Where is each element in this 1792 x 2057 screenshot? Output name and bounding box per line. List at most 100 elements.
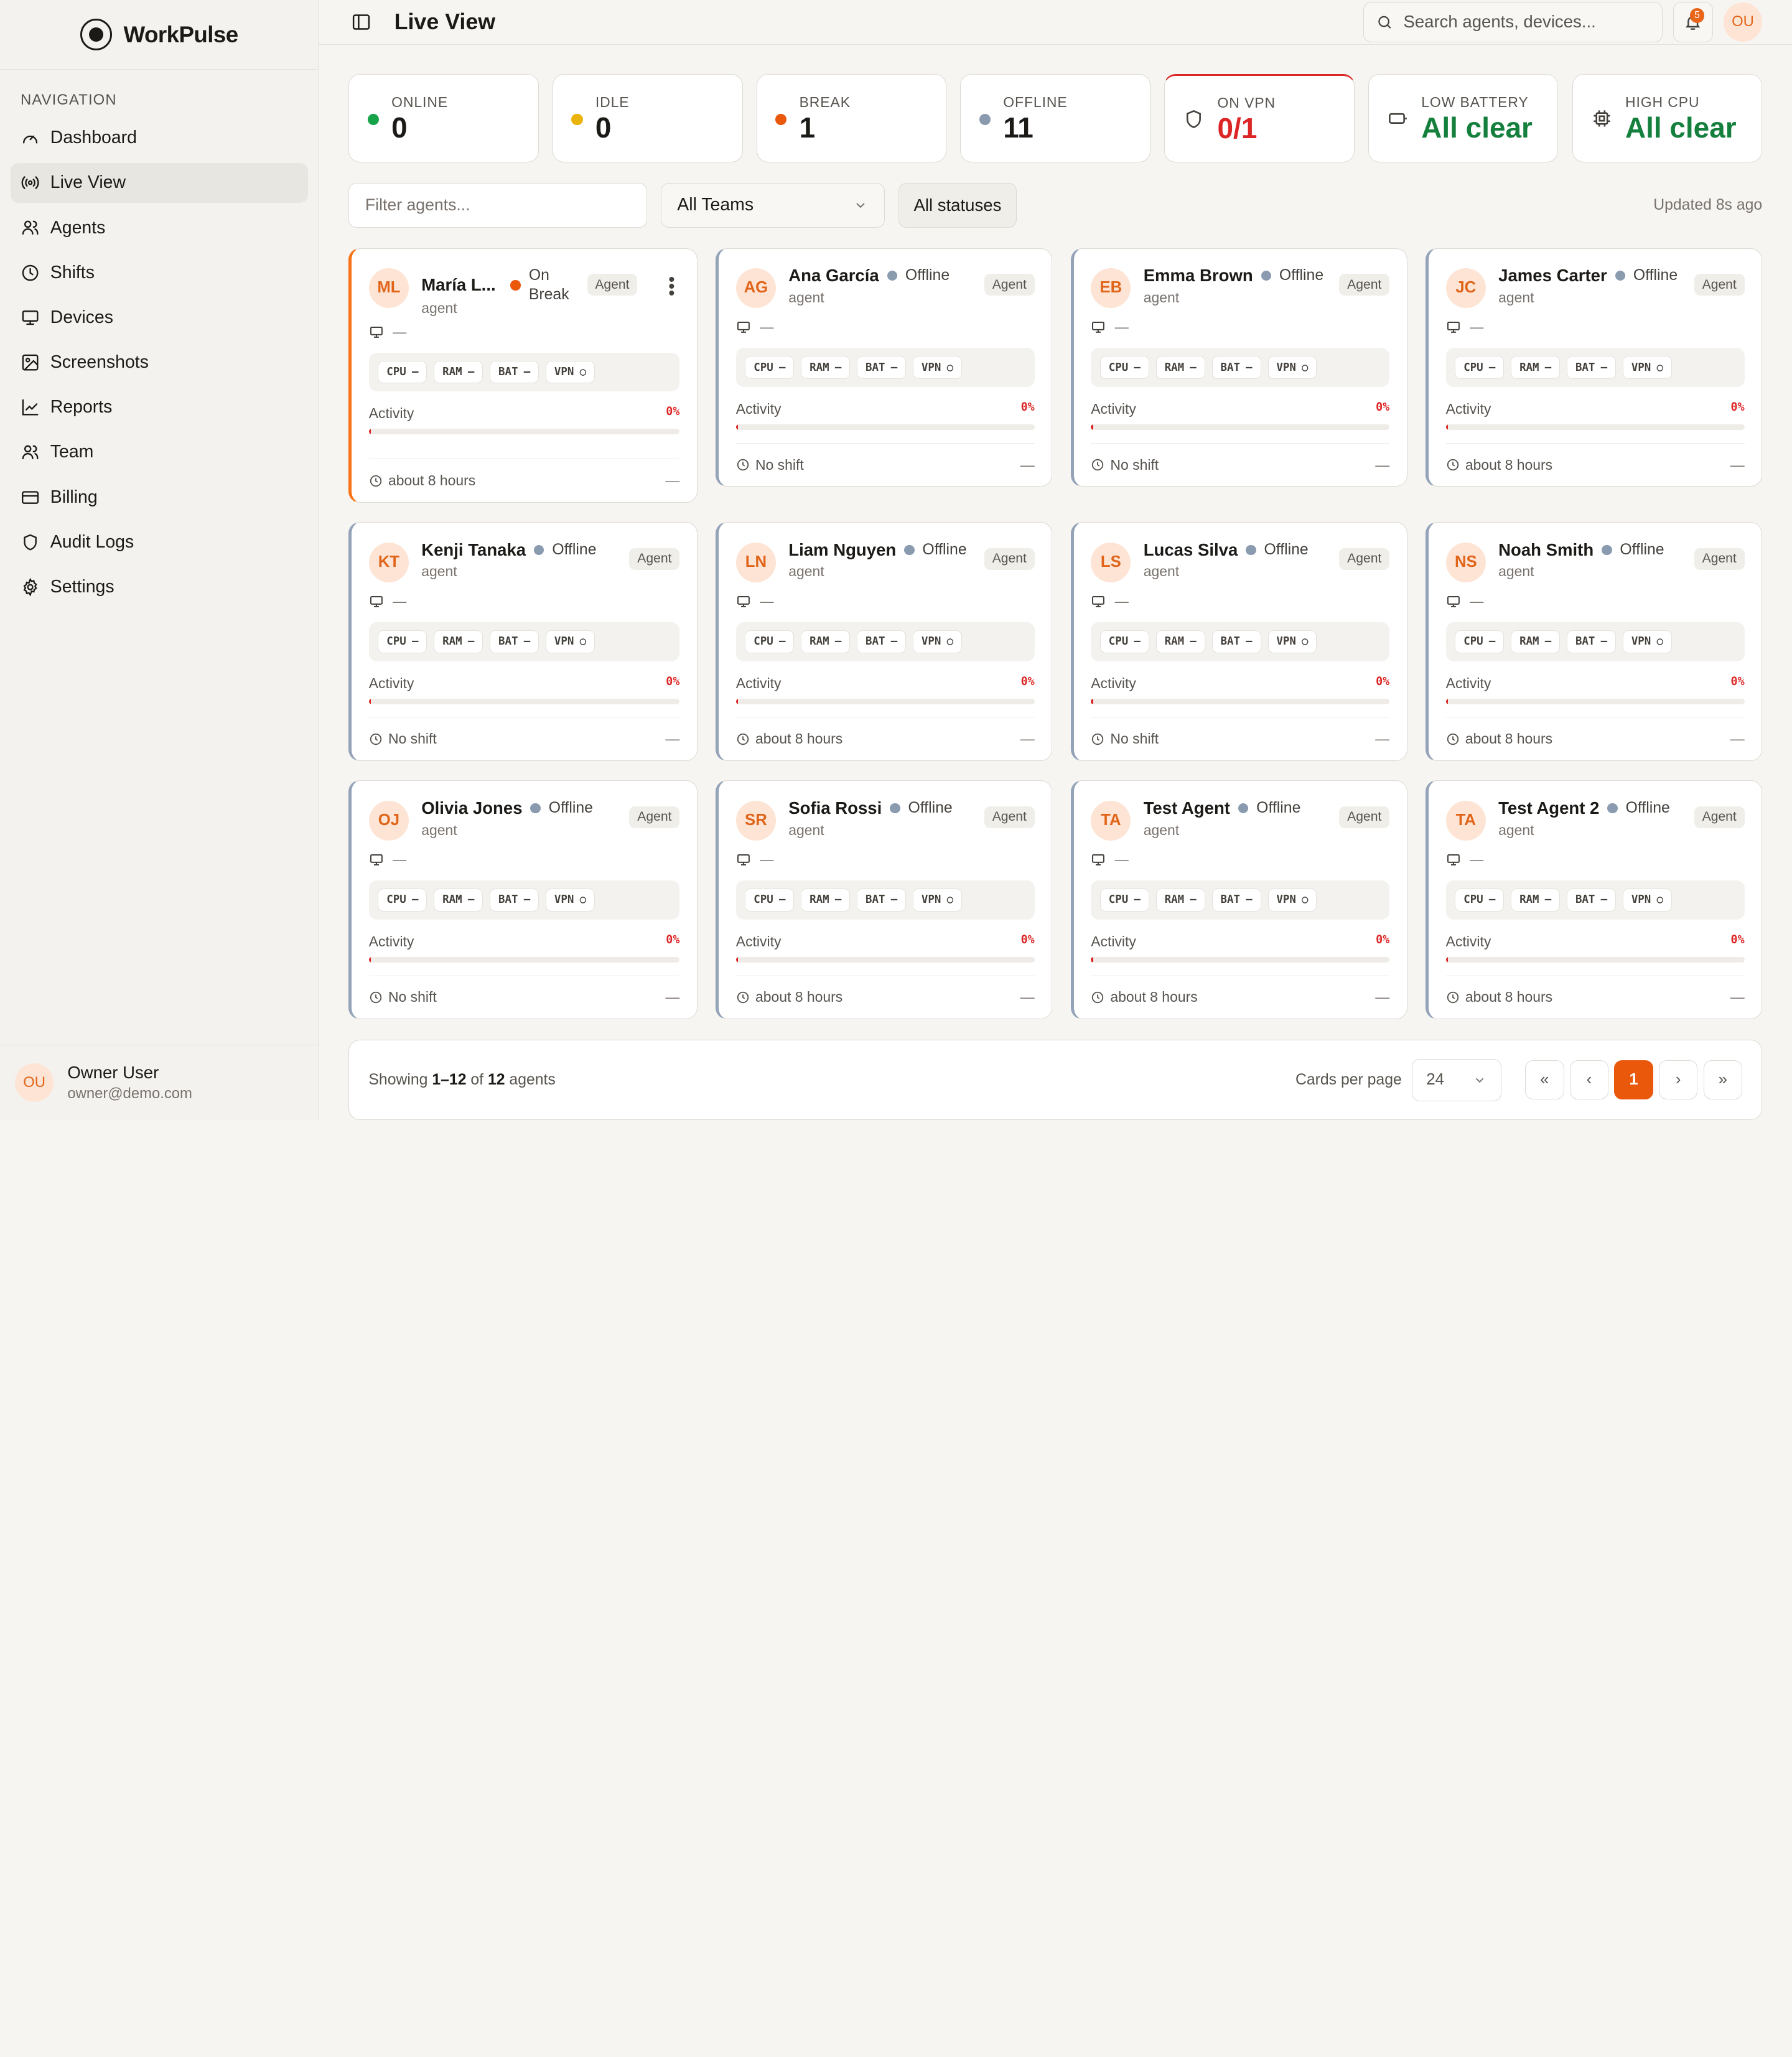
stat-label: HIGH CPU [1625,93,1700,110]
shield-icon [24,534,37,551]
sidebar-item-audit-logs[interactable]: Audit Logs [11,522,308,562]
agent-name[interactable]: Ana García [788,266,879,286]
agent-name[interactable]: Liam Nguyen [788,540,896,560]
status-dot-icon [1602,544,1612,556]
agent-name[interactable]: Test Agent [1144,798,1230,818]
agent-status: Offline [1620,541,1664,558]
agent-card[interactable]: SR Sofia Rossi Offline agent Agent — CPU — RAM — B… [716,780,1053,1020]
status-dot-icon [904,544,915,556]
vpn-metric: VPN ○ [1267,630,1317,653]
filter-agents-input[interactable] [348,182,647,228]
agent-name[interactable]: Lucas Silva [1144,540,1238,560]
shift-info: No shift [388,730,437,747]
stat-break[interactable]: BREAK 1 [756,74,947,162]
more-options-icon[interactable]: • • • [664,270,680,302]
card-footer: about 8 hours — [1445,975,1745,1019]
avatar[interactable]: OU [1723,2,1763,42]
sidebar-item-label: Shifts [50,262,95,282]
card-header: LS Lucas Silva Offline agent Agent [1091,540,1390,585]
name-row: Test Agent 2 Offline [1498,798,1681,818]
stat-high-cpu[interactable]: HIGH CPU All clear [1572,74,1763,162]
agent-card[interactable]: EB Emma Brown Offline agent Agent — CPU — RAM — BA… [1070,248,1407,487]
metric-label: RAM [442,365,462,378]
sidebar-toggle-icon[interactable] [351,12,371,32]
agent-card[interactable]: AG Ana García Offline agent Agent — CPU — RAM — BA… [716,248,1053,487]
sidebar-item-team[interactable]: Team [11,432,308,472]
teams-select[interactable]: All Teams [660,182,885,228]
status-dot-icon [1246,544,1256,556]
stat-idle[interactable]: IDLE 0 [552,74,743,162]
notifications-button[interactable]: 5 [1673,2,1714,42]
activity-row: Activity 0% [1091,401,1389,417]
prev-page-button[interactable]: ‹ [1569,1060,1609,1099]
activity-progress-fill [1091,956,1093,963]
sidebar-item-live-view[interactable]: Live View [10,162,308,203]
agent-name[interactable]: James Carter [1498,266,1607,286]
card-header: OJ Olivia Jones Offline agent Agent [368,798,680,844]
stat-label: OFFLINE [1003,93,1068,110]
sidebar-nav: Dashboard Live View Agents Shifts Device… [0,118,318,612]
agent-card[interactable]: TA Test Agent 2 Offline agent Agent — CPU — RAM —… [1426,780,1763,1020]
agent-card[interactable]: NS Noah Smith Offline agent Agent — CPU — RAM — BA… [1426,522,1763,762]
first-page-button[interactable]: « [1525,1060,1564,1099]
agent-name[interactable]: Olivia Jones [421,798,522,818]
activity-percent: 0% [1376,933,1390,946]
agent-name[interactable]: María L... [421,275,495,295]
agent-card[interactable]: LS Lucas Silva Offline agent Agent — CPU — RAM — B… [1070,522,1407,762]
agent-name[interactable]: Kenji Tanaka [421,540,526,560]
activity-progress-fill [368,429,371,435]
cpu-metric: CPU — [1099,630,1149,653]
stat-low-battery[interactable]: LOW BATTERY All clear [1368,74,1559,162]
stat-online[interactable]: ONLINE 0 [348,74,539,162]
agent-card[interactable]: KT Kenji Tanaka Offline agent Agent — CPU — RAM —… [348,522,698,762]
sidebar-item-agents[interactable]: Agents [11,208,308,248]
brand[interactable]: WorkPulse [0,0,319,70]
online-dot-icon [367,113,379,126]
card-footer: No shift — [1091,442,1390,487]
agent-card[interactable]: ML María L... On Break agent Agent • • • — CPU — RA… [348,248,698,503]
card-footer: about 8 hours — [1445,442,1745,487]
agent-role: agent [788,563,824,580]
last-page-button[interactable]: » [1703,1060,1742,1099]
monitor-icon [1447,854,1460,866]
footer-dash: — [1020,989,1035,1005]
agent-card[interactable]: LN Liam Nguyen Offline agent Agent — CPU — RAM — B… [716,522,1053,762]
status-dot-icon [533,544,544,556]
sidebar-item-screenshots[interactable]: Screenshots [11,342,308,382]
status-filter-button[interactable]: All statuses [898,182,1017,228]
stat-vpn[interactable]: ON VPN 0/1 [1164,74,1355,162]
user-profile[interactable]: OU Owner User owner@demo.com [0,1044,319,1120]
agent-status: Offline [1625,800,1670,817]
card-identity: Test Agent Offline agent [1144,798,1327,839]
agent-name[interactable]: Test Agent 2 [1498,798,1599,818]
device-row: — [1446,592,1745,610]
search-box[interactable] [1363,2,1663,42]
metric-label: RAM [1164,361,1185,374]
agent-card[interactable]: TA Test Agent Offline agent Agent — CPU — RAM — BA… [1070,780,1407,1020]
per-page-select[interactable]: 24 [1412,1058,1501,1101]
metric-label: CPU [1108,635,1129,648]
agent-card[interactable]: JC James Carter Offline agent Agent — CPU — RAM —… [1426,248,1763,487]
stat-label: ON VPN [1217,94,1276,111]
current-page-button[interactable]: 1 [1614,1060,1653,1099]
search-input[interactable] [1403,12,1650,32]
stat-offline[interactable]: OFFLINE 11 [960,74,1151,162]
agent-name[interactable]: Emma Brown [1144,266,1253,286]
cpu-metric: CPU — [745,630,795,653]
sidebar-item-shifts[interactable]: Shifts [11,253,308,292]
metrics-row: CPU — RAM — BAT — VPN ○ [368,352,680,392]
sidebar-item-settings[interactable]: Settings [11,567,308,607]
activity-progress-bar [735,956,1035,963]
agent-name[interactable]: Sofia Rossi [788,798,882,818]
showing-of: of [470,1071,484,1088]
sidebar-item-dashboard[interactable]: Dashboard [11,118,308,158]
activity-progress-fill [735,956,739,963]
agent-name[interactable]: Noah Smith [1498,540,1594,560]
agent-card[interactable]: OJ Olivia Jones Offline agent Agent — CPU — RAM —… [348,780,698,1020]
next-page-button[interactable]: › [1658,1060,1698,1099]
activity-percent: 0% [1020,400,1035,414]
sidebar-item-reports[interactable]: Reports [11,388,308,427]
sidebar-item-billing[interactable]: Billing [11,477,308,517]
sidebar-item-devices[interactable]: Devices [11,297,308,337]
ram-metric: RAM — [801,356,851,379]
